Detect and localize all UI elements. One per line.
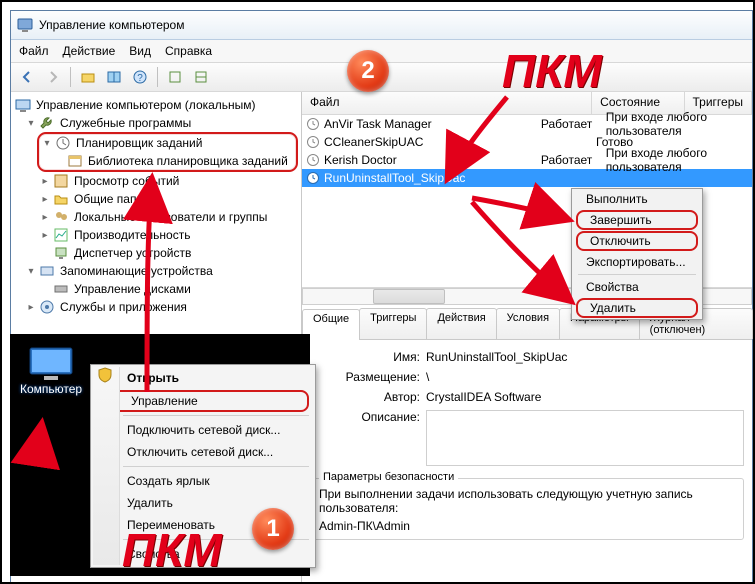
menu-view[interactable]: Вид [129,44,151,58]
tree-services-apps[interactable]: ▸ Службы и приложения [11,298,301,316]
overlay-badge-2: 2 [347,50,389,92]
tree-device-mgr[interactable]: Диспетчер устройств [11,244,301,262]
tree-local-users[interactable]: ▸ Локальные пользователи и группы [11,208,301,226]
label-author: Автор: [310,390,426,404]
menu-action[interactable]: Действие [63,44,116,58]
window-title: Управление компьютером [39,18,184,32]
ctx-props[interactable]: Свойства [572,277,702,297]
wrench-icon [39,115,55,131]
tree-performance[interactable]: ▸ Производительность [11,226,301,244]
toolbar-help-button[interactable]: ? [128,65,152,89]
list-pane: Файл Состояние Триггеры AnVir Task Manag… [302,92,752,584]
expand-icon[interactable]: ▸ [39,176,51,187]
value-name: RunUninstallTool_SkipUac [426,350,744,364]
tab-actions[interactable]: Действия [426,308,496,339]
perf-icon [53,227,69,243]
expand-icon[interactable]: ▸ [39,194,51,205]
desktop-computer-icon[interactable]: Компьютер [20,346,82,396]
ctx-unmap[interactable]: Отключить сетевой диск... [93,441,313,463]
users-icon [53,209,69,225]
menu-help[interactable]: Справка [165,44,212,58]
expand-icon[interactable]: ▸ [25,302,37,313]
overlay-pkm-2: ПКМ [502,48,602,94]
task-context-menu: Выполнить Завершить Отключить Экспортиро… [571,188,703,320]
separator [123,415,309,416]
clock-icon [306,135,320,149]
overlay-badge-1: 1 [252,508,294,550]
ctx-end[interactable]: Завершить [576,210,698,230]
ctx-shortcut[interactable]: Создать ярлык [93,470,313,492]
ctx-manage[interactable]: Управление [97,390,309,412]
highlight-scheduler: ▾ Планировщик заданий Библиотека планиро… [37,132,298,172]
toolbar-btn-3[interactable] [163,65,187,89]
security-line1: При выполнении задачи использовать следу… [319,487,735,515]
tree-system-tools[interactable]: ▾ Служебные программы [11,114,301,132]
disk-icon [53,281,69,297]
ctx-open[interactable]: Открыть [93,367,313,389]
tree-root[interactable]: Управление компьютером (локальным) [11,96,301,114]
ctx-map[interactable]: Подключить сетевой диск... [93,419,313,441]
tree-shared-folders[interactable]: ▸ Общие папки [11,190,301,208]
expand-icon[interactable]: ▸ [39,212,51,223]
scrollbar-thumb[interactable] [373,289,445,304]
security-legend: Параметры безопасности [319,471,458,483]
toolbar-btn-1[interactable] [76,65,100,89]
clock-icon [306,153,320,167]
label-loc: Размещение: [310,370,426,384]
expand-icon[interactable]: ▸ [39,230,51,241]
tree-task-scheduler[interactable]: ▾ Планировщик заданий [41,134,290,152]
menu-file[interactable]: Файл [19,44,49,58]
task-row[interactable]: AnVir Task Manager Работает При входе лю… [302,115,752,133]
label-desc: Описание: [310,410,426,466]
tree-scheduler-library[interactable]: Библиотека планировщика заданий [41,152,290,170]
folder-icon [53,191,69,207]
ctx-delete[interactable]: Удалить [576,298,698,318]
toolbar-btn-2[interactable] [102,65,126,89]
separator [123,466,309,467]
clock-icon [306,171,320,185]
collapse-icon[interactable]: ▾ [25,118,37,129]
details-panel: Имя:RunUninstallTool_SkipUac Размещение:… [302,340,752,544]
event-icon [53,173,69,189]
security-group: Параметры безопасности При выполнении за… [310,478,744,540]
tree-event-viewer[interactable]: ▸ Просмотр событий [11,172,301,190]
security-line2: Admin-ПК\Admin [319,519,735,533]
separator [578,274,696,275]
collapse-icon[interactable]: ▾ [41,138,53,149]
value-loc: \ [426,370,744,384]
svg-text:?: ? [137,73,143,84]
tree-storage[interactable]: ▾ Запоминающие устройства [11,262,301,280]
nav-back-button[interactable] [15,65,39,89]
value-desc[interactable] [426,410,744,466]
label-name: Имя: [310,350,426,364]
clock-icon [55,135,71,151]
value-author: CrystalIDEA Software [426,390,744,404]
overlay-pkm-1: ПКМ [122,527,222,573]
ctx-run[interactable]: Выполнить [572,189,702,209]
computer-mgmt-icon [15,97,31,113]
clock-icon [306,117,320,131]
app-icon [17,17,33,33]
collapse-icon[interactable]: ▾ [25,266,37,277]
tab-conditions[interactable]: Условия [496,308,560,339]
toolbar-btn-4[interactable] [189,65,213,89]
titlebar[interactable]: Управление компьютером [11,11,752,40]
device-icon [53,245,69,261]
desktop-computer-label: Компьютер [20,382,82,396]
nav-fwd-button[interactable] [41,65,65,89]
shield-icon [97,367,113,383]
ctx-disable[interactable]: Отключить [576,231,698,251]
ctx-export[interactable]: Экспортировать... [572,252,702,272]
task-row[interactable]: Kerish Doctor Работает При входе любого … [302,151,752,169]
services-icon [39,299,55,315]
library-icon [67,153,83,169]
storage-icon [39,263,55,279]
tree-disk-mgmt[interactable]: Управление дисками [11,280,301,298]
tab-triggers[interactable]: Триггеры [359,308,427,339]
tab-general[interactable]: Общие [302,309,360,340]
